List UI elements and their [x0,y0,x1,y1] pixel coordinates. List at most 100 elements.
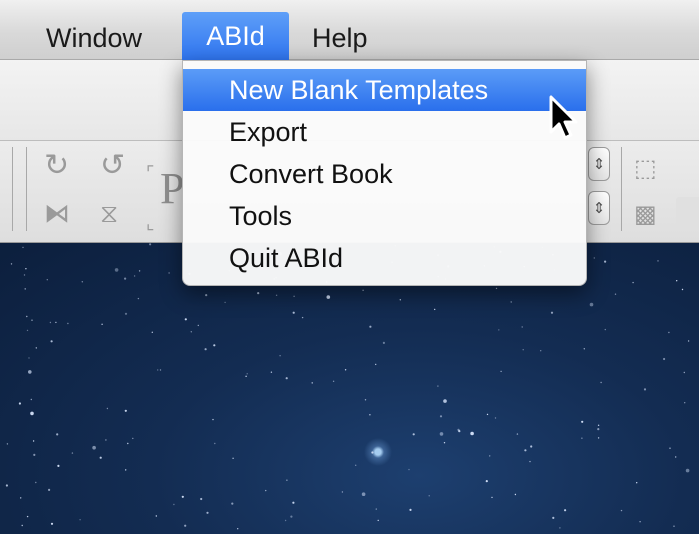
rotate-cw-icon[interactable]: ↻ [44,151,69,181]
star [57,464,60,467]
rotate-ccw-icon[interactable]: ↺ [100,151,125,181]
star [237,528,239,530]
screen: ↻ ↺ ⌜ ⧑ ⧖ ⌞ P ⇕ ⇕ ⬚ ▩ Window ABId Help N… [0,0,699,534]
menu-item-export[interactable]: Export [183,111,586,153]
star [495,287,498,290]
font-preview-glyph: P [160,164,185,213]
menu-item-convert-book[interactable]: Convert Book [183,153,586,195]
star [489,455,491,457]
star [214,442,216,445]
star [564,509,567,512]
star [151,331,153,333]
star [443,399,447,403]
toolbar-field[interactable] [676,197,699,225]
star [31,319,33,321]
star [301,316,304,319]
star [24,288,26,290]
star [663,357,666,361]
star [341,491,344,493]
star [26,515,29,518]
menu-item-new-blank-templates[interactable]: New Blank Templates [183,69,586,111]
star [127,442,129,445]
star [559,527,561,529]
star [125,469,127,471]
star [213,344,216,347]
star [55,321,57,324]
star [382,341,385,344]
star [494,417,497,419]
star [133,275,136,277]
menubar-help[interactable]: Help [294,0,386,60]
star [265,489,267,492]
star [50,522,54,525]
flip-vertical-icon[interactable]: ⧖ [100,199,118,229]
pattern-icon[interactable]: ▩ [634,199,657,229]
star [124,277,127,280]
star [184,524,187,527]
star [71,452,74,454]
star [30,411,34,416]
star [79,519,81,521]
toolbar-separator [12,147,13,231]
star [683,371,685,374]
star [231,502,234,505]
menubar-window[interactable]: Window [28,0,160,60]
star [375,363,377,366]
menu-item-quit-abid[interactable]: Quit ABId [183,237,586,279]
star [439,432,444,436]
menu-item-tools[interactable]: Tools [183,195,586,237]
star [292,311,295,314]
star [67,322,69,325]
star [439,415,443,418]
star [257,292,260,295]
star [285,377,288,380]
star [181,495,184,498]
star [173,503,175,506]
star [326,295,331,299]
star [159,369,162,371]
star [581,420,584,423]
star [23,274,26,276]
star [344,369,347,371]
stepper-control[interactable]: ⇕ [588,147,610,181]
star [408,468,410,471]
star [604,328,606,331]
star [550,311,554,314]
crop-corner-icon: ⌞ [146,213,155,234]
star [21,524,23,527]
star [279,355,281,357]
star [669,447,671,449]
star [377,519,379,522]
star [620,509,623,512]
star [522,349,524,351]
star [500,370,502,373]
star [293,295,295,297]
star [597,424,600,426]
star [25,268,27,270]
star [457,428,460,431]
star [443,442,446,444]
star [28,370,32,374]
star [204,348,207,351]
stepper-control[interactable]: ⇕ [588,191,610,225]
star [212,418,214,421]
star [491,496,493,499]
star [246,373,248,375]
flip-horizontal-icon[interactable]: ⧑ [44,199,70,229]
star [92,445,96,450]
menubar-abid[interactable]: ABId [182,12,289,60]
star [409,508,412,511]
star [157,369,159,371]
crop-corner-icon: ⌜ [146,163,155,184]
star [668,331,670,334]
star [5,484,8,487]
star [190,331,192,333]
star [232,457,234,459]
star [399,299,401,301]
star [138,270,141,272]
star [46,279,48,281]
star [361,492,366,496]
select-rect-icon[interactable]: ⬚ [634,153,657,183]
star [124,312,128,315]
star [636,482,638,484]
